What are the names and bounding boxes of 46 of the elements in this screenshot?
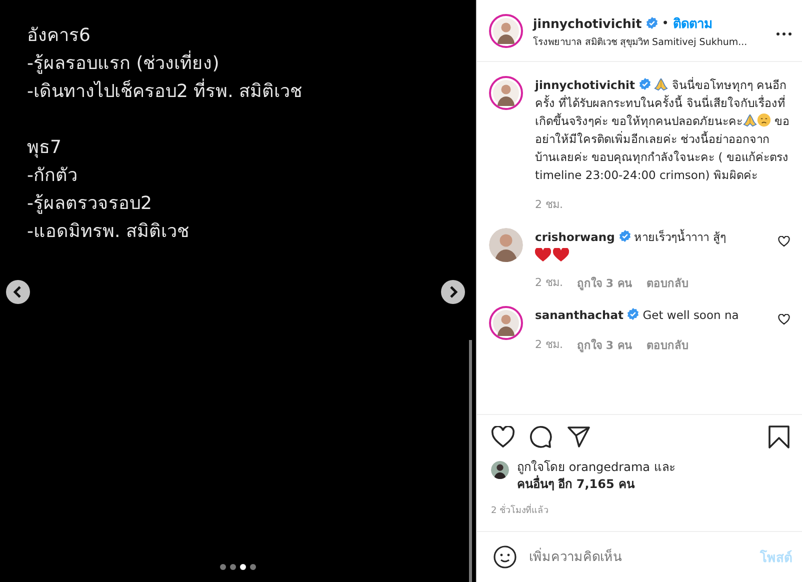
sad-face-icon — [756, 113, 771, 127]
like-icon[interactable] — [491, 426, 515, 448]
post-text-line: พุธ7 — [27, 136, 62, 160]
avatar[interactable] — [491, 461, 509, 479]
separator: • — [662, 16, 669, 30]
caption: jinnychotivichit จินนี่ขอโทษทุกๆ คนอีกครั้ง ที่ได้รับผลกระทบในครั้งนี้ จินนี่เสียใจกับเรื่องที่เกิดขึ้นจริงๆค่ะ ขอให้ทุกคนปลอดภัยนะคะ ขออย่าให้มีใครติดเพิ่มอีกเลยค่ะ ช่วงนี้อย่าออกจากบ้านเลยค่ะ ขอบคุณทุกกำลังใจนะคะ ( ขอแก้ค่ะตรง timeline 23:00-24:00 crimson) พิมผิดค่ะ — [535, 76, 790, 184]
post-text-line: -รู้ผลตรวจรอบ2 — [27, 192, 153, 216]
praying-hands-icon — [654, 77, 668, 91]
heart-outline-icon[interactable] — [778, 314, 790, 325]
share-icon[interactable] — [567, 426, 591, 448]
heart-icon — [535, 248, 551, 262]
reply-button[interactable]: ตอบกลับ — [646, 336, 688, 354]
timestamp: 2 ชม. — [535, 197, 563, 213]
comment-text: sananthachat Get well soon na — [535, 307, 740, 324]
carousel-dot[interactable] — [220, 564, 226, 570]
post-text-line: -รู้ผลรอบแรก (ช่วงเที่ยง) — [27, 50, 476, 78]
likes-summary[interactable]: ถูกใจโดย orangedrama และ คนอื่นๆ อีก 7,165 คน — [517, 459, 675, 493]
follow-button[interactable]: ติดตาม — [672, 12, 713, 34]
comment-text: crishorwang หายเร็วๆน้ำาาา สู้ๆ — [535, 228, 727, 246]
timestamp: 2 ชม. — [535, 337, 563, 353]
comment-field[interactable]: เพิ่มความคิดเห็น — [529, 543, 748, 571]
bookmark-icon[interactable] — [768, 425, 790, 449]
praying-hands-icon — [742, 113, 757, 127]
timestamp: 2 ชม. — [535, 275, 563, 291]
emoji-icon[interactable] — [493, 545, 517, 569]
carousel-dot[interactable] — [240, 564, 246, 570]
chevron-right-icon — [448, 286, 458, 298]
likes-count[interactable]: ถูกใจ 3 คน — [577, 274, 632, 292]
carousel-dot[interactable] — [250, 564, 256, 570]
location-link[interactable]: โรงพยาบาล สมิติเวช สุขุมวิท Samitivej Sukhum... — [533, 34, 766, 48]
previous-button[interactable] — [6, 280, 30, 304]
post-text-line: -กักตัว — [27, 164, 78, 188]
next-button[interactable] — [441, 280, 465, 304]
post-text-line: อังคาร6 — [27, 24, 92, 48]
comment-icon[interactable] — [529, 425, 553, 449]
post-time: 2 ชั่วโมงที่แล้ว — [491, 503, 790, 517]
reply-button[interactable]: ตอบกลับ — [646, 274, 688, 292]
scrollbar[interactable] — [469, 340, 472, 582]
username[interactable]: jinnychotivichit — [533, 16, 642, 30]
chevron-left-icon — [13, 286, 23, 298]
carousel-dot[interactable] — [230, 564, 236, 570]
post-text-line: -เดินทางไปเช็ครอบ2 ที่รพ. สมิติเวช — [27, 78, 476, 106]
likes-count[interactable]: ถูกใจ 3 คน — [577, 336, 632, 354]
heart-outline-icon[interactable] — [778, 236, 790, 247]
heart-icon — [553, 248, 569, 262]
post-text-line: -แอดมิทรพ. สมิติเวช — [27, 220, 190, 244]
